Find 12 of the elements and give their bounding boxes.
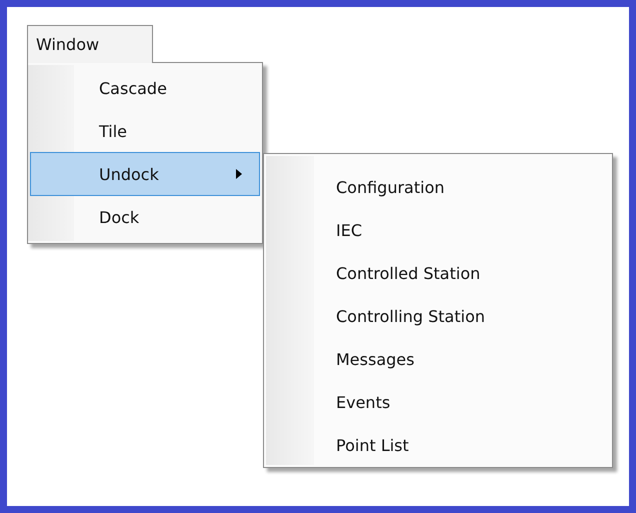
menu-item[interactable]: Dock: [30, 195, 260, 239]
menu-item[interactable]: Undock: [30, 152, 260, 196]
menu-item[interactable]: Point List: [336, 424, 485, 467]
menu-item[interactable]: Controlling Station: [336, 295, 485, 338]
menu-item[interactable]: Configuration: [336, 166, 485, 209]
menu-item[interactable]: IEC: [336, 209, 485, 252]
menu-item[interactable]: Tile: [30, 109, 260, 153]
menu-item[interactable]: Controlled Station: [336, 252, 485, 295]
menu-item[interactable]: Events: [336, 381, 485, 424]
menu-item[interactable]: Cascade: [30, 66, 260, 110]
menu-item[interactable]: Messages: [336, 338, 485, 381]
window-menu[interactable]: Window: [27, 25, 153, 63]
